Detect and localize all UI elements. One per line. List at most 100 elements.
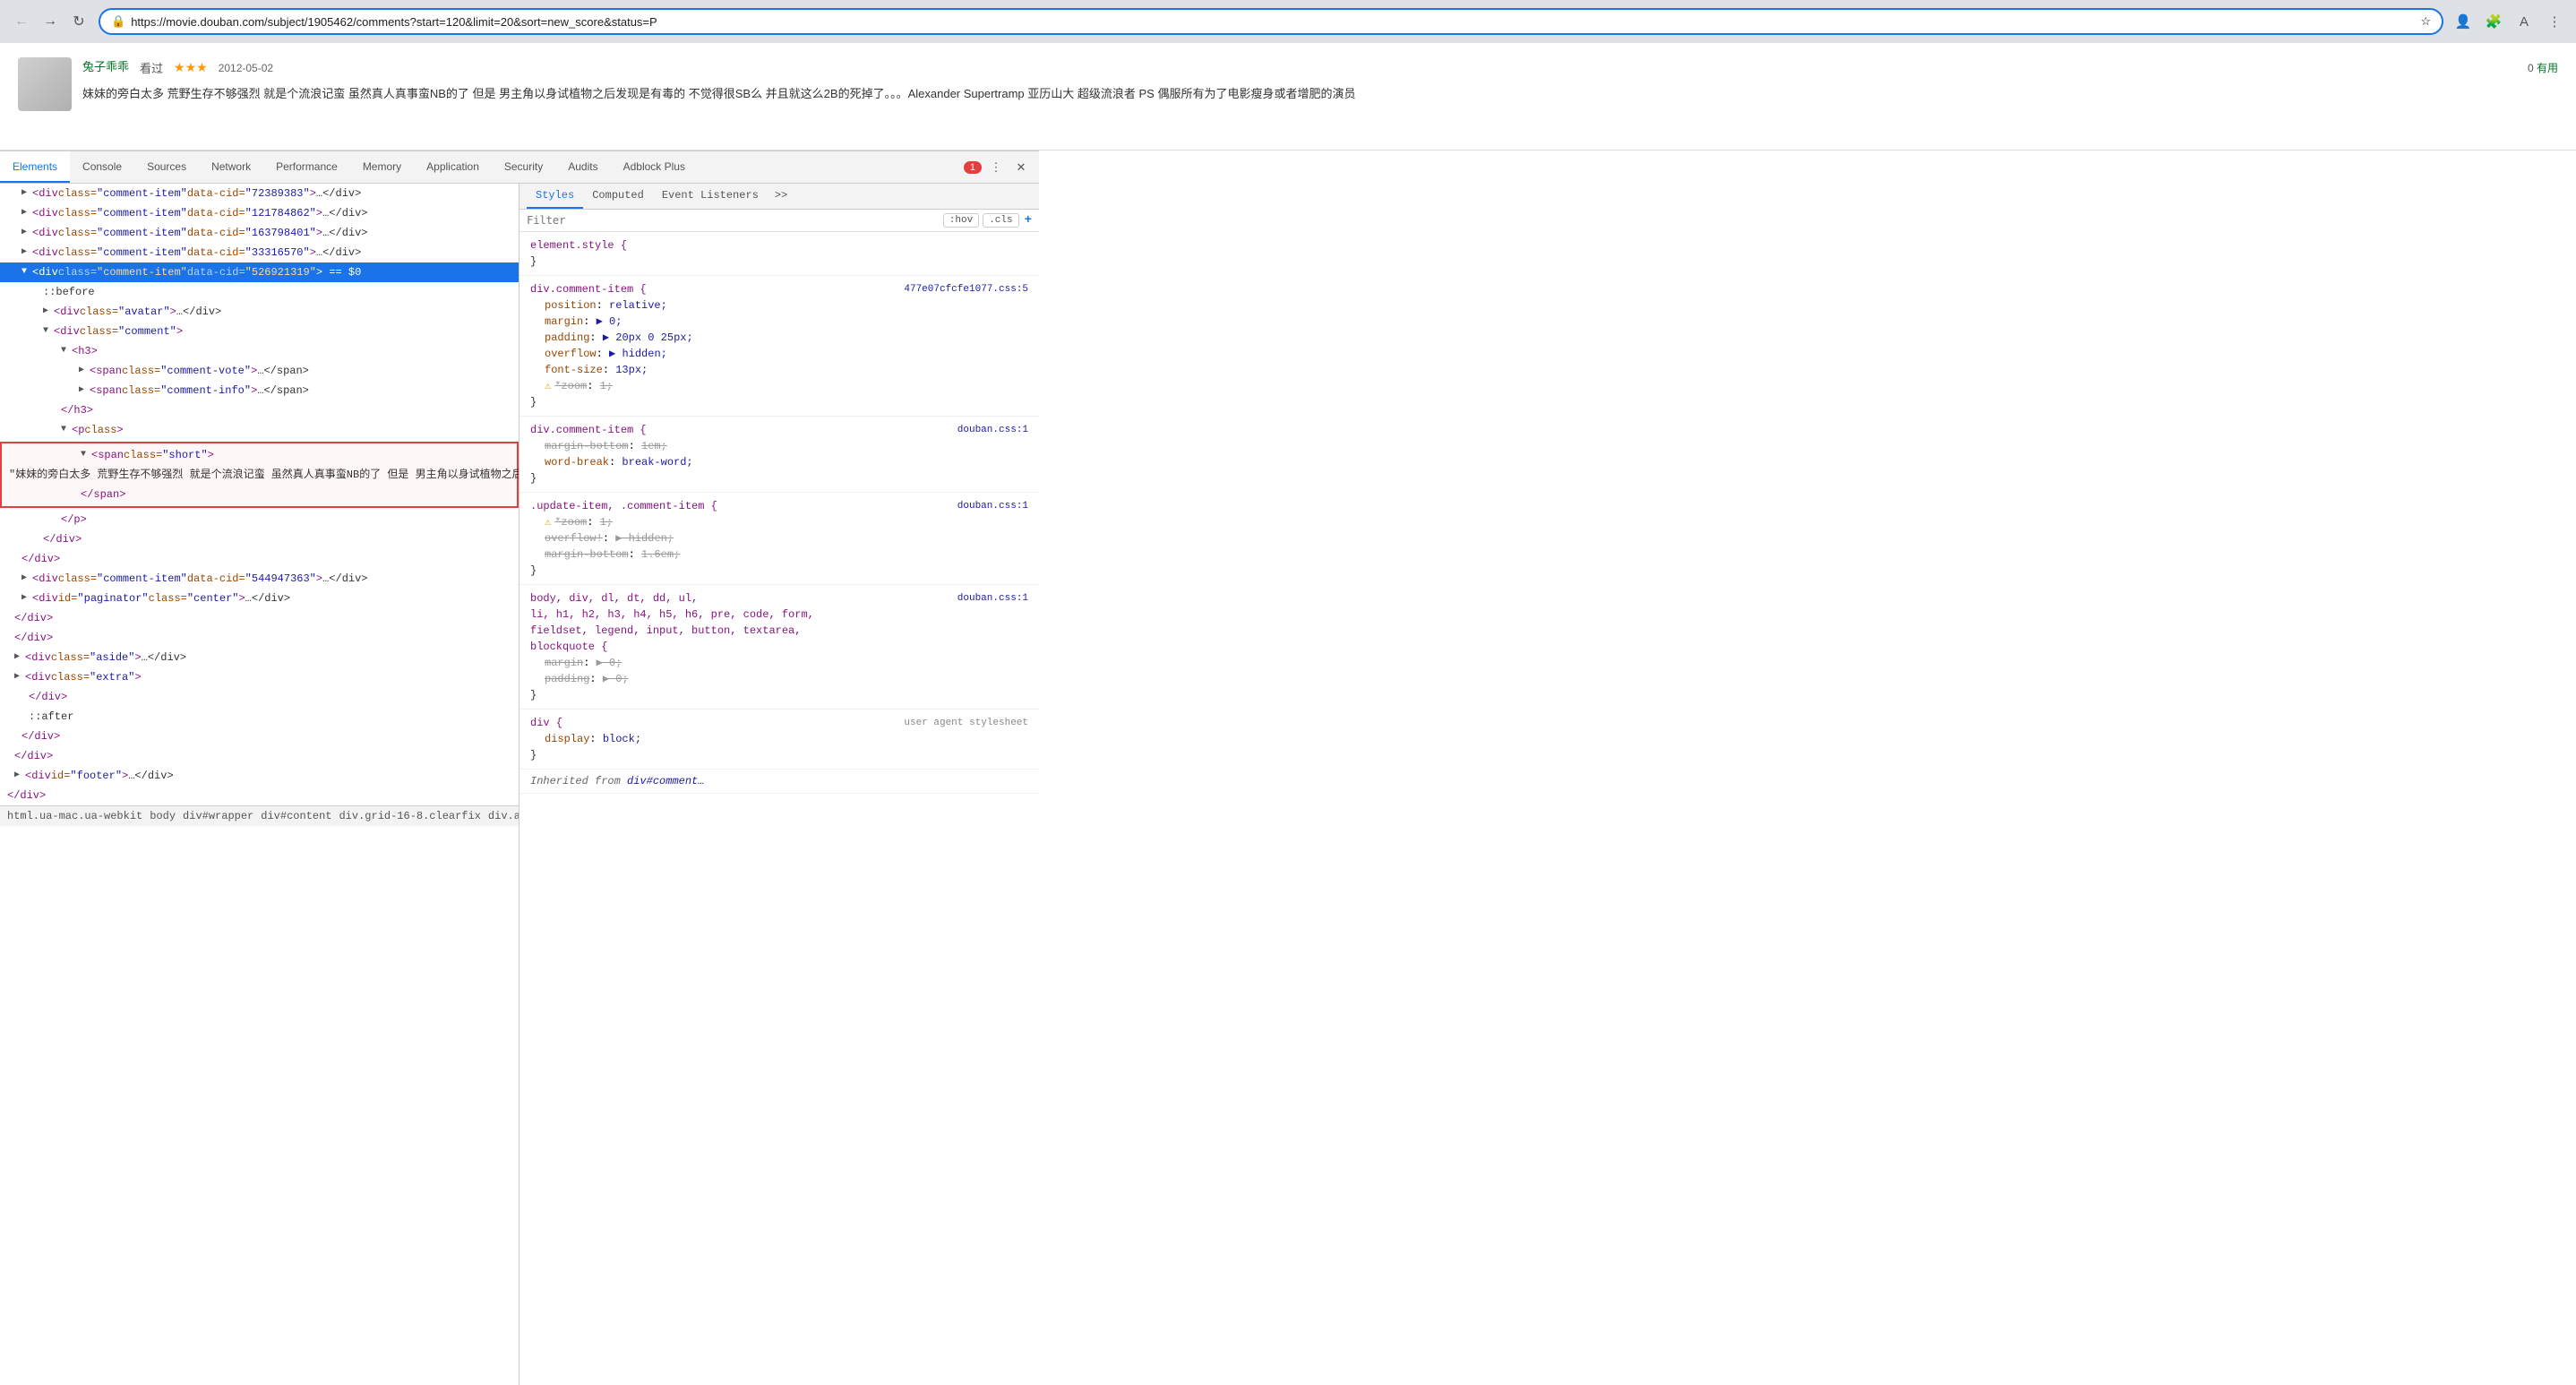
css-selector: body, div, dl, dt, dd, ul, [530,592,698,605]
filter-badges: :hov .cls [943,213,1019,228]
dom-line[interactable]: </h3> [0,400,519,420]
css-rule-div-ua: div { user agent stylesheet display: blo… [519,710,1039,770]
dom-line[interactable]: ▶ <div class="avatar">…</div> [0,302,519,322]
tab-network[interactable]: Network [199,151,263,183]
dom-line[interactable]: ▶ <div class="comment-item" data-cid="54… [0,569,519,589]
username[interactable]: 兔子乖乖 [82,57,129,74]
reload-button[interactable]: ↻ [66,9,91,34]
css-source[interactable]: 477e07cfcfe1077.css:5 [904,281,1028,297]
url-text: https://movie.douban.com/subject/1905462… [131,15,2415,29]
dom-line[interactable]: </div> [0,746,519,766]
tab-memory[interactable]: Memory [350,151,414,183]
tab-adblock[interactable]: Adblock Plus [611,151,698,183]
forward-button[interactable]: → [38,9,63,34]
useful-link[interactable]: 有用 [2537,62,2558,74]
tab-performance[interactable]: Performance [263,151,350,183]
styles-tab-styles[interactable]: Styles [527,184,583,209]
dom-line[interactable]: ▶ <div class="extra"> [0,667,519,687]
filter-input[interactable] [527,214,938,227]
address-bar[interactable]: 🔒 https://movie.douban.com/subject/19054… [99,8,2443,35]
action-label: 看过 [140,59,163,76]
breadcrumb-item[interactable]: div#wrapper [183,810,253,822]
dom-line[interactable]: ▶ <span class="comment-info">…</span> [0,381,519,400]
dom-line[interactable]: ▶ <div class="comment-item" data-cid="33… [0,243,519,262]
avatar [18,57,72,111]
css-source[interactable]: douban.css:1 [957,590,1028,606]
warning-icon: ⚠ [545,516,551,529]
comment-meta: 兔子乖乖 看过 ★★★ 2012-05-02 0 有用 妹妹的旁白太多 荒野生存… [82,57,2558,135]
breadcrumb-item[interactable]: html.ua-mac.ua-webkit [7,810,142,822]
dom-line[interactable]: ::before [0,282,519,302]
dom-line-text[interactable]: "妹妹的旁白太多 荒野生存不够强烈 就是个流浪记蛮 虽然真人真事蛮NB的了 但是… [2,465,517,485]
inherited-source[interactable]: div#comment… [627,775,704,787]
tab-console[interactable]: Console [70,151,134,183]
error-badge[interactable]: 1 [964,161,982,174]
dom-line-span-open[interactable]: ▼ <span class="short"> [2,445,517,465]
dom-line-selected[interactable]: ▼ <div class="comment-item" data-cid="52… [0,262,519,282]
close-devtools-button[interactable]: ✕ [1010,157,1032,178]
star-icon[interactable]: ☆ [2420,14,2431,29]
breadcrumb-item[interactable]: div.article [488,810,519,822]
comment-text: 妹妹的旁白太多 荒野生存不够强烈 就是个流浪记蛮 虽然真人真事蛮NB的了 但是 … [82,85,2558,104]
css-source[interactable]: douban.css:1 [957,498,1028,514]
comment-preview: 兔子乖乖 看过 ★★★ 2012-05-02 0 有用 妹妹的旁白太多 荒野生存… [0,43,2576,151]
dom-line[interactable]: ▶ <div class="comment-item" data-cid="72… [0,184,519,203]
filter-badge-hov[interactable]: :hov [943,213,979,228]
styles-tab-more[interactable]: >> [768,184,794,209]
breadcrumb-item[interactable]: div#content [261,810,331,822]
dom-line[interactable]: </div> [0,549,519,569]
styles-tab-computed[interactable]: Computed [583,184,653,209]
dom-line[interactable]: ▶ <div class="comment-item" data-cid="16… [0,223,519,243]
highlighted-span-container: ▼ <span class="short"> "妹妹的旁白太多 荒野生存不够强烈… [0,442,519,508]
tab-sources[interactable]: Sources [134,151,199,183]
devtools-body: ▶ <div class="comment-item" data-cid="72… [0,184,1039,1385]
breadcrumb-bar: html.ua-mac.ua-webkit body div#wrapper d… [0,805,519,826]
extension-icon[interactable]: 🧩 [2481,9,2506,34]
css-source[interactable]: douban.css:1 [957,422,1028,438]
add-style-button[interactable]: + [1025,213,1032,228]
dom-line[interactable]: </p> [0,510,519,529]
comment-date: 2012-05-02 [219,62,273,74]
dom-line[interactable]: ▶ <div class="aside">…</div> [0,648,519,667]
dom-line[interactable]: </div> [0,608,519,628]
elements-panel[interactable]: ▶ <div class="comment-item" data-cid="72… [0,184,519,1385]
filter-badge-cls[interactable]: .cls [983,213,1018,228]
dom-line[interactable]: ▶ <div id="footer">…</div> [0,766,519,786]
more-options-button[interactable]: ⋮ [985,157,1007,178]
translate-icon[interactable]: A [2512,9,2537,34]
devtools-toolbar: Elements Console Sources Network Perform… [0,151,1039,184]
dom-line[interactable]: ▼ <p class> [0,420,519,440]
breadcrumb-item[interactable]: body [150,810,176,822]
page-content: 兔子乖乖 看过 ★★★ 2012-05-02 0 有用 妹妹的旁白太多 荒野生存… [0,43,2576,1385]
back-button[interactable]: ← [9,9,34,34]
dom-line[interactable]: ▼ <h3> [0,341,519,361]
filter-bar: :hov .cls + [519,210,1039,232]
dom-line[interactable]: </div> [0,529,519,549]
dom-line[interactable]: </div> [0,687,519,707]
tab-security[interactable]: Security [492,151,555,183]
styles-tab-event-listeners[interactable]: Event Listeners [653,184,768,209]
styles-panel: Styles Computed Event Listeners >> :hov … [519,184,1039,1385]
css-selector: div.comment-item { [530,424,647,436]
styles-tabs: Styles Computed Event Listeners >> [519,184,1039,210]
dom-line-span-close[interactable]: </span> [2,485,517,504]
breadcrumb-item[interactable]: div.grid-16-8.clearfix [339,810,480,822]
settings-icon[interactable]: ⋮ [2542,9,2567,34]
dom-line[interactable]: ▶ <span class="comment-vote">…</span> [0,361,519,381]
dom-line[interactable]: ▶ <div class="comment-item" data-cid="12… [0,203,519,223]
dom-line[interactable]: </div> [0,727,519,746]
useful-count: 0 有用 [2528,60,2558,75]
dom-line[interactable]: ::after [0,707,519,727]
dom-line[interactable]: ▼ <div class="comment"> [0,322,519,341]
tab-elements[interactable]: Elements [0,151,70,183]
warning-icon: ⚠ [545,380,551,392]
tab-application[interactable]: Application [414,151,492,183]
css-rule-comment-item-2: div.comment-item { douban.css:1 margin-b… [519,417,1039,493]
dom-line[interactable]: ▶ <div id="paginator" class="center">…</… [0,589,519,608]
dom-line[interactable]: </div> [0,786,519,805]
dom-line[interactable]: </div> [0,628,519,648]
tab-audits[interactable]: Audits [555,151,610,183]
profile-icon[interactable]: 👤 [2451,9,2476,34]
css-rule-element-style: element.style { } [519,232,1039,276]
nav-buttons: ← → ↻ [9,9,91,34]
